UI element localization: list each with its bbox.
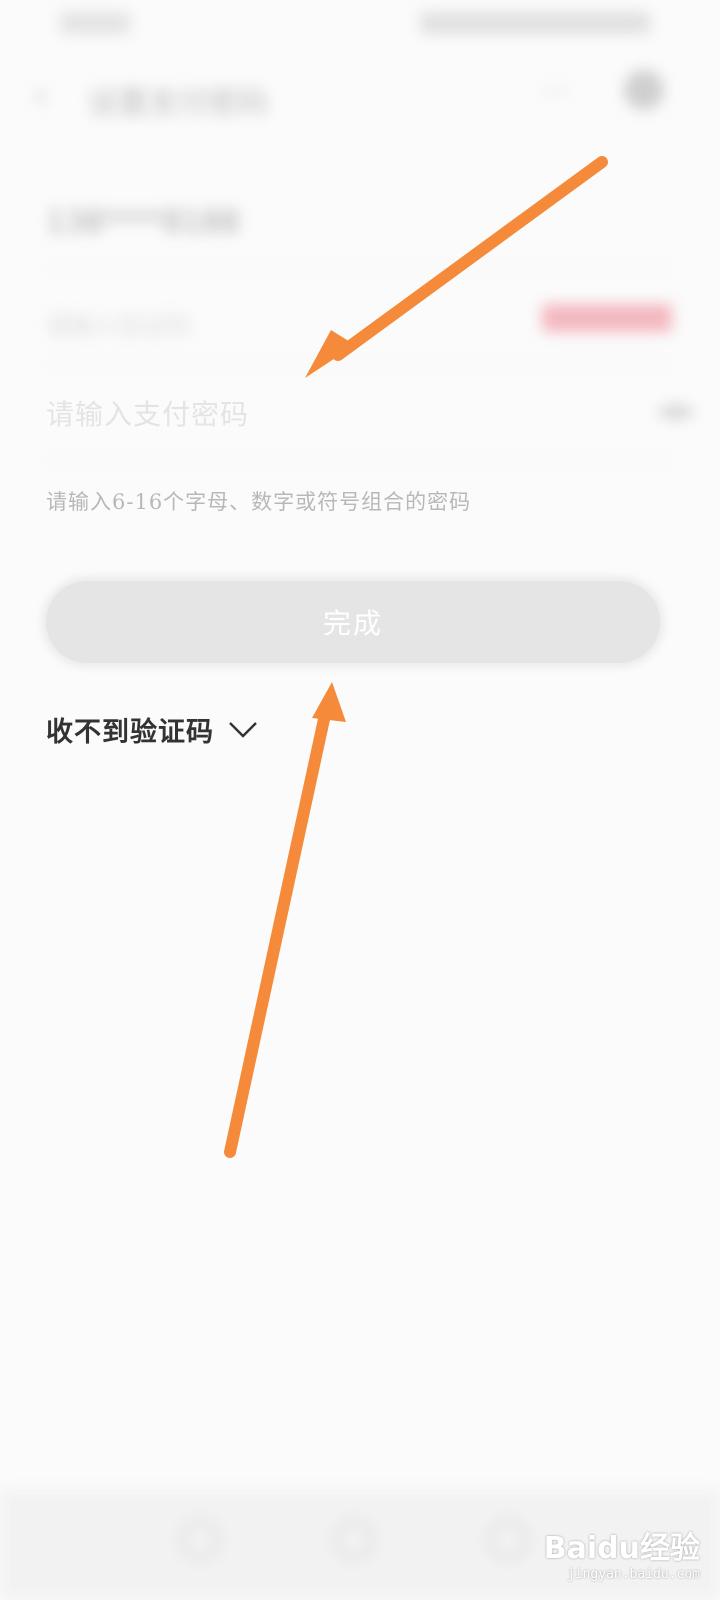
divider [46,268,672,269]
watermark-url: jingyan.baidu.com [566,1567,700,1582]
divider [46,364,672,365]
get-code-button[interactable] [542,304,672,332]
nav-recent-icon[interactable] [488,1520,528,1560]
verification-code-input[interactable]: 请输入验证码 [46,306,190,341]
page-title: 设置支付密码 [88,86,268,121]
chevron-down-icon [229,721,257,738]
watermark-logo: Baidu经验 [543,1531,700,1566]
status-bar [0,10,720,40]
payment-password-input[interactable]: 请输入支付密码 [46,393,249,433]
verification-code-row: 请输入验证码 [46,302,672,342]
done-button[interactable]: 完成 [46,581,660,663]
eye-icon[interactable] [658,405,694,419]
header: ‹ 设置支付密码 ··· [0,70,720,121]
phone-number: 138****8188 [46,205,240,240]
back-arrow-icon[interactable]: ‹ [34,76,48,116]
nav-home-icon[interactable] [334,1520,374,1560]
no-code-label: 收不到验证码 [46,717,214,748]
password-hint: 请输入6-16个字母、数字或符号组合的密码 [46,490,472,514]
status-icons [420,12,650,34]
no-code-link[interactable]: 收不到验证码 [46,710,258,749]
nav-back-icon[interactable] [180,1520,220,1560]
more-icon[interactable]: ··· [541,74,570,109]
blurred-background: ‹ 设置支付密码 ··· 138****8188 请输入验证码 [0,0,720,1600]
baidu-watermark: Baidu经验 jingyan.baidu.com [544,1523,700,1582]
status-time [60,12,130,34]
target-icon[interactable] [624,70,664,110]
divider [46,459,672,460]
